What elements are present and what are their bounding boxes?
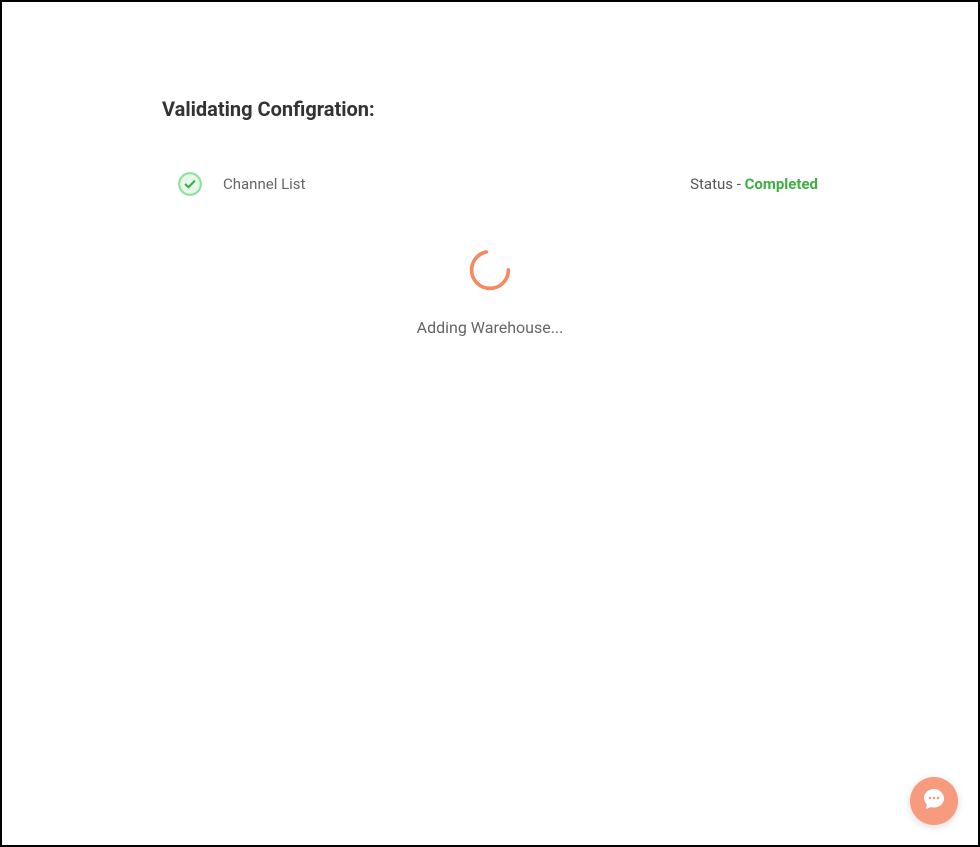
spinner-icon xyxy=(467,247,513,293)
main-container: Validating Configration: Channel List St… xyxy=(2,2,978,337)
check-circle-icon xyxy=(177,171,203,197)
chat-button[interactable] xyxy=(910,777,958,825)
status-value: Completed xyxy=(745,175,818,193)
page-title: Validating Configration: xyxy=(162,97,818,121)
loading-text: Adding Warehouse... xyxy=(417,318,564,337)
loading-section: Adding Warehouse... xyxy=(162,247,818,337)
validation-item-status: Status - Completed xyxy=(690,175,818,193)
chat-icon xyxy=(922,787,946,815)
validation-item-row: Channel List Status - Completed xyxy=(162,171,818,197)
status-prefix: Status - xyxy=(690,175,744,193)
validation-item-left: Channel List xyxy=(177,171,305,197)
validation-item-label: Channel List xyxy=(223,175,305,193)
